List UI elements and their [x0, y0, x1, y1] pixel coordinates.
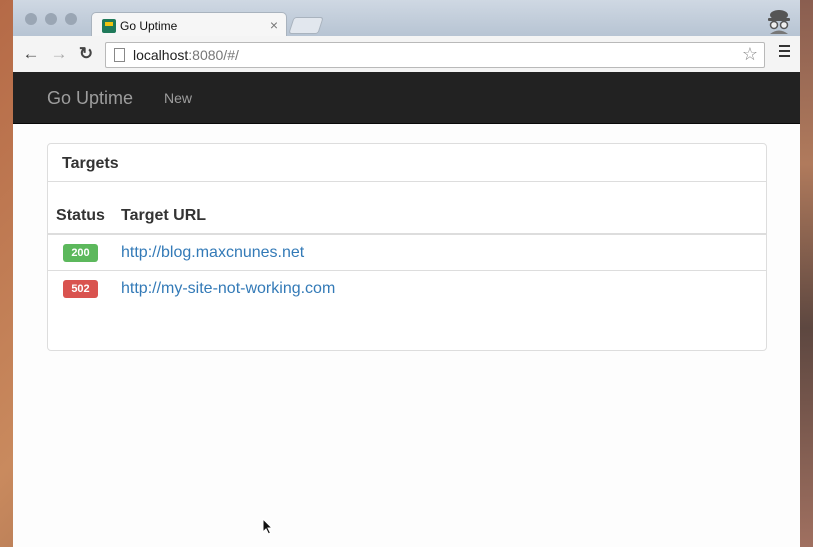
panel-title: Targets [62, 155, 119, 172]
status-badge: 200 [63, 244, 98, 262]
table-header-row: Status Target URL [48, 199, 766, 235]
back-button[interactable]: ← [21, 44, 41, 64]
page-icon [114, 48, 125, 62]
table-row: 502 http://my-site-not-working.com [48, 271, 766, 307]
menu-icon[interactable] [779, 45, 790, 60]
status-cell: 502 [48, 271, 113, 307]
forward-button[interactable]: → [49, 44, 69, 64]
address-bar[interactable]: localhost:8080/#/ ☆ [105, 42, 765, 68]
bookmark-star-icon[interactable]: ☆ [742, 44, 758, 65]
mouse-cursor-icon [262, 518, 273, 535]
url-path: :8080/#/ [188, 47, 239, 63]
app-navbar: Go Uptime New [13, 72, 800, 124]
panel-heading: Targets [48, 144, 766, 182]
incognito-icon [768, 10, 790, 34]
close-tab-icon[interactable]: × [270, 17, 278, 33]
table-row: 200 http://blog.maxcnunes.net [48, 234, 766, 271]
brand-link[interactable]: Go Uptime [47, 88, 133, 109]
tab-strip: Go Uptime × [13, 0, 800, 38]
new-tab-button[interactable] [288, 17, 324, 34]
targets-panel: Targets Status Target URL 200 http://blo… [47, 143, 767, 351]
favicon-icon [102, 19, 116, 33]
zoom-window-button[interactable] [65, 13, 77, 25]
main-content: Targets Status Target URL 200 http://blo… [13, 124, 800, 547]
reload-button[interactable]: ↻ [76, 44, 96, 64]
status-cell: 200 [48, 234, 113, 271]
url-text: localhost:8080/#/ [133, 47, 239, 63]
tab-title: Go Uptime [120, 19, 178, 33]
target-url-link[interactable]: http://my-site-not-working.com [121, 280, 335, 297]
window-controls [25, 13, 77, 25]
tab-go-uptime[interactable]: Go Uptime × [91, 12, 287, 38]
browser-window: Go Uptime × ← → ↻ localhost:8080/#/ ☆ Go… [13, 0, 800, 547]
close-window-button[interactable] [25, 13, 37, 25]
desktop-background [800, 0, 813, 547]
url-host: localhost [133, 47, 189, 63]
column-header-target-url: Target URL [113, 199, 766, 235]
nav-new-link[interactable]: New [164, 90, 192, 106]
column-header-status: Status [48, 199, 113, 235]
target-url-link[interactable]: http://blog.maxcnunes.net [121, 244, 304, 261]
url-cell: http://my-site-not-working.com [113, 271, 766, 307]
browser-toolbar: ← → ↻ localhost:8080/#/ ☆ [13, 36, 800, 73]
status-badge: 502 [63, 280, 98, 298]
targets-table: Status Target URL 200 http://blog.maxcnu… [48, 199, 766, 306]
minimize-window-button[interactable] [45, 13, 57, 25]
url-cell: http://blog.maxcnunes.net [113, 234, 766, 271]
